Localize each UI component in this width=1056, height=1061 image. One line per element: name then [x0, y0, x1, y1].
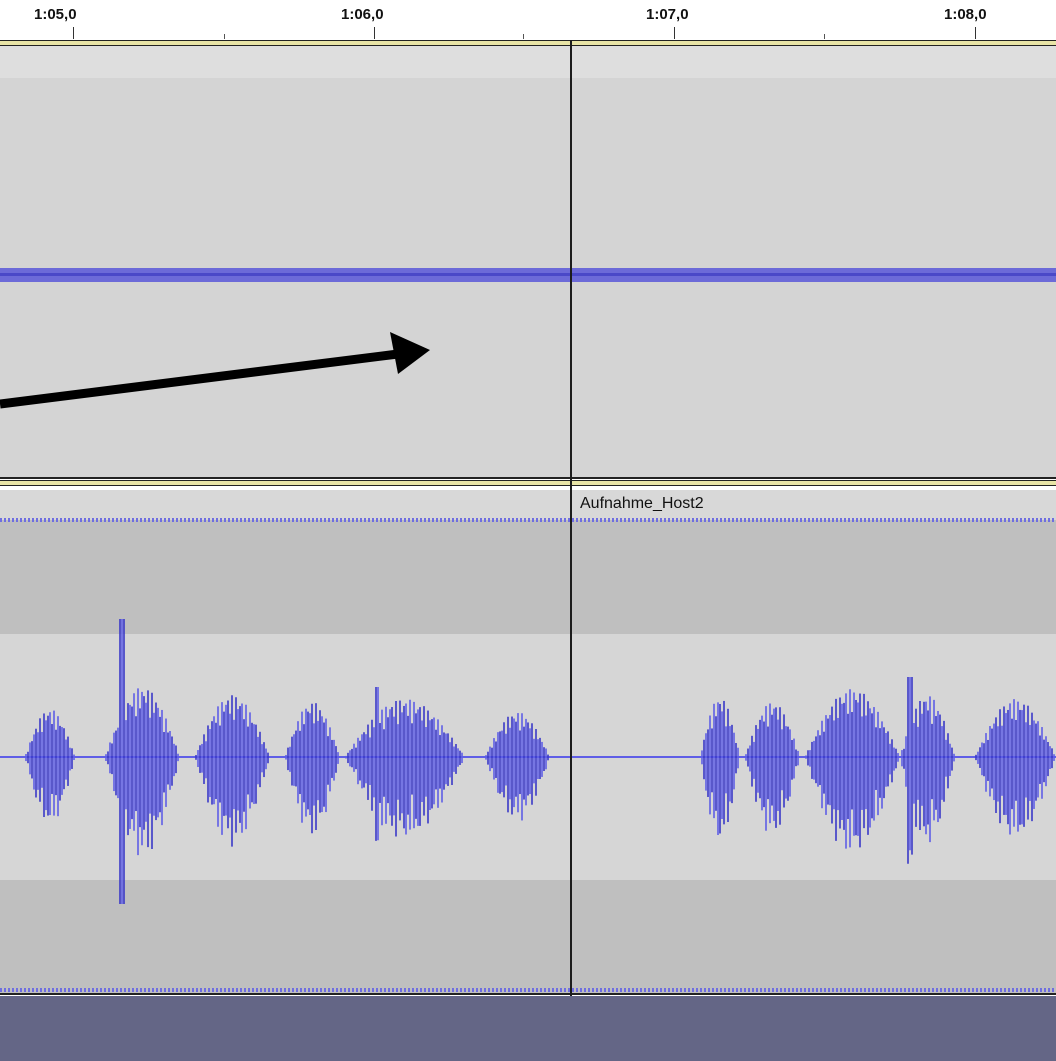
track1-clip-header[interactable]: [0, 46, 1056, 78]
tick-minor: [824, 34, 825, 39]
tick-major: [674, 27, 675, 39]
audio-waveform[interactable]: [0, 604, 1056, 910]
tick-major: [73, 27, 74, 39]
playback-cursor[interactable]: [570, 40, 572, 996]
clip-name-label[interactable]: Aufnahme_Host2: [580, 495, 704, 513]
track1-flat-waveform-center: [0, 273, 1056, 276]
tick-label-1-08: 1:08,0: [944, 6, 987, 23]
clip-header-bar[interactable]: Aufnahme_Host2: [0, 490, 1056, 520]
arrow-right-icon: [0, 332, 430, 409]
audio-track-2[interactable]: Aufnahme_Host2: [0, 490, 1056, 995]
tick-label-1-07: 1:07,0: [646, 6, 689, 23]
clip-bottom-dotted-line: [0, 988, 1056, 992]
empty-track-area[interactable]: [0, 996, 1056, 1061]
track2-bottom-border: [0, 993, 1056, 995]
tick-label-1-05: 1:05,0: [34, 6, 77, 23]
tick-minor: [523, 34, 524, 39]
tick-minor: [224, 34, 225, 39]
track1-bottom-border: [0, 477, 1056, 479]
clip-top-dotted-line: [0, 518, 1056, 522]
tick-major: [374, 27, 375, 39]
tick-major: [975, 27, 976, 39]
track2-top-border: [0, 480, 1056, 486]
tick-label-1-06: 1:06,0: [341, 6, 384, 23]
timeline-ruler[interactable]: 1:05,0 1:06,0 1:07,0 1:08,0: [0, 0, 1056, 40]
